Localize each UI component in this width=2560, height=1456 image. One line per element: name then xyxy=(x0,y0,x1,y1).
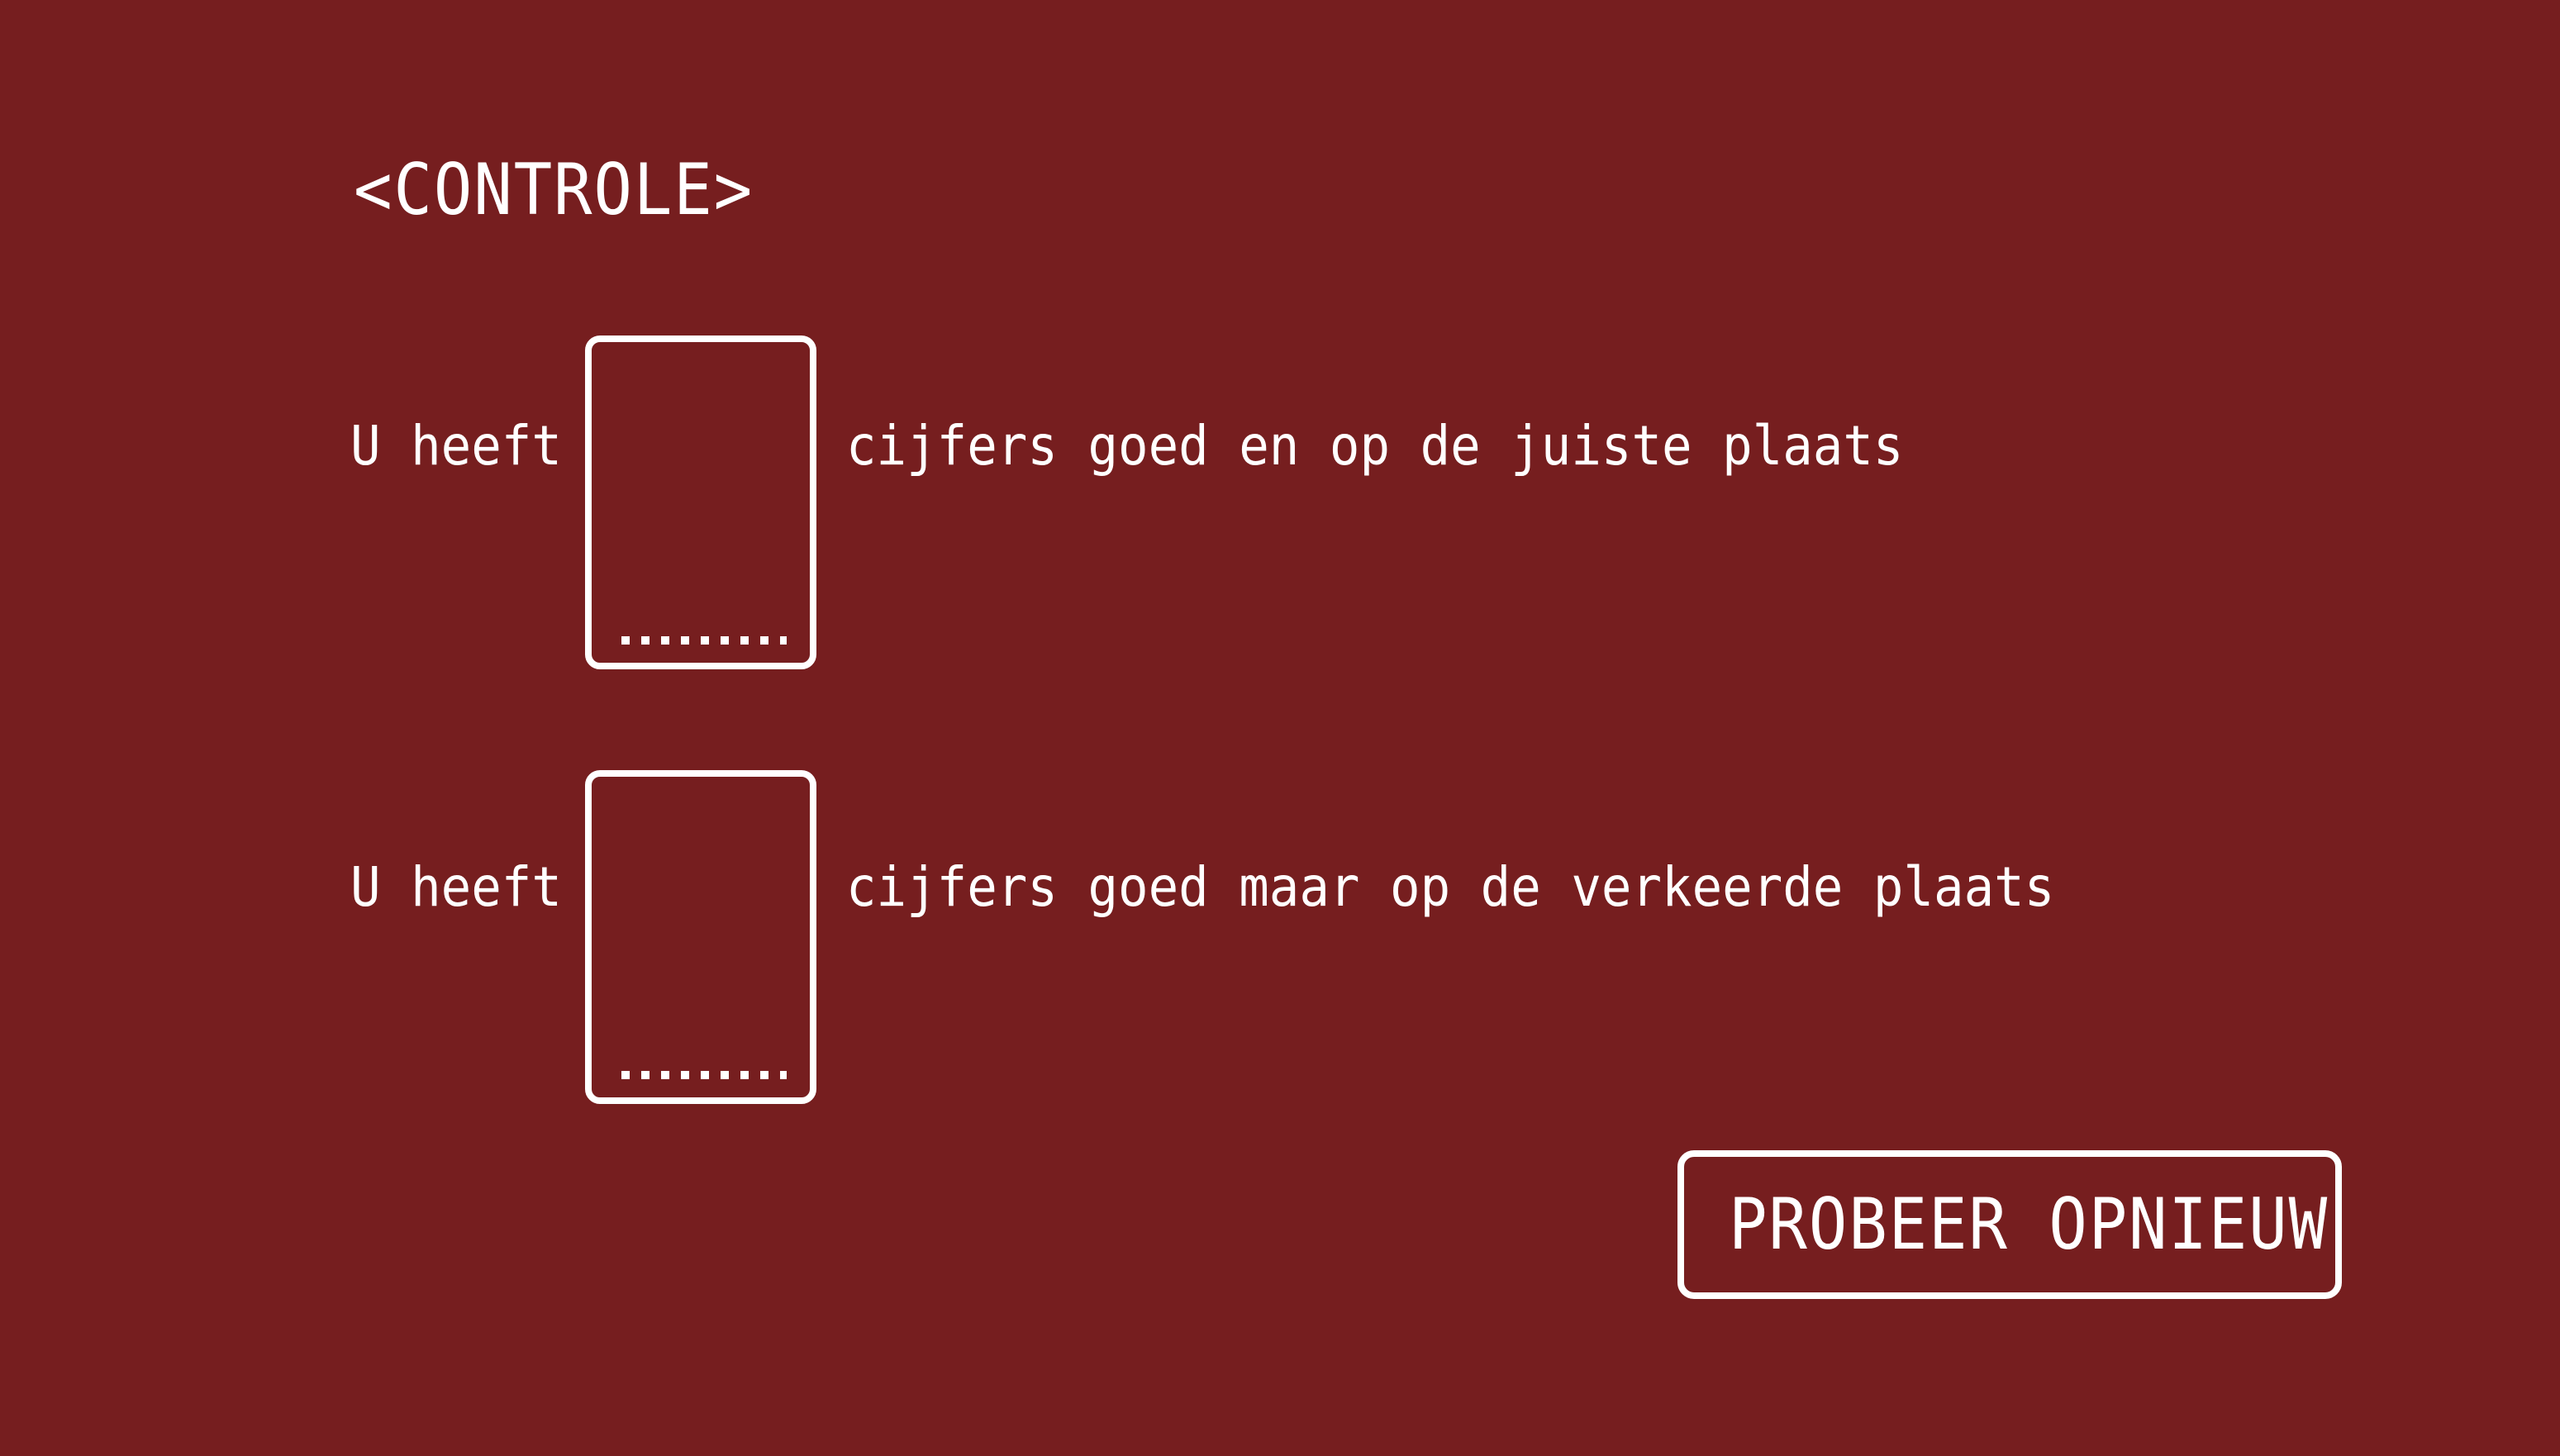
controle-screen: <CONTROLE> U heeft cijfers goed en op de… xyxy=(0,0,2560,1456)
page-title: <CONTROLE> xyxy=(354,149,754,231)
correct-position-count-field[interactable] xyxy=(585,335,816,669)
input-placeholder-dots xyxy=(621,636,787,645)
row-1-prefix: U heeft xyxy=(350,414,562,478)
row-2-prefix: U heeft xyxy=(350,855,562,919)
wrong-position-count-field[interactable] xyxy=(585,770,816,1104)
row-1-suffix: cijfers goed en op de juiste plaats xyxy=(846,414,1904,478)
input-placeholder-dots xyxy=(621,1071,787,1079)
row-2-suffix: cijfers goed maar op de verkeerde plaats xyxy=(846,855,2055,919)
try-again-button[interactable]: PROBEER OPNIEUW xyxy=(1677,1150,2342,1299)
try-again-button-label: PROBEER OPNIEUW xyxy=(1729,1183,2329,1266)
